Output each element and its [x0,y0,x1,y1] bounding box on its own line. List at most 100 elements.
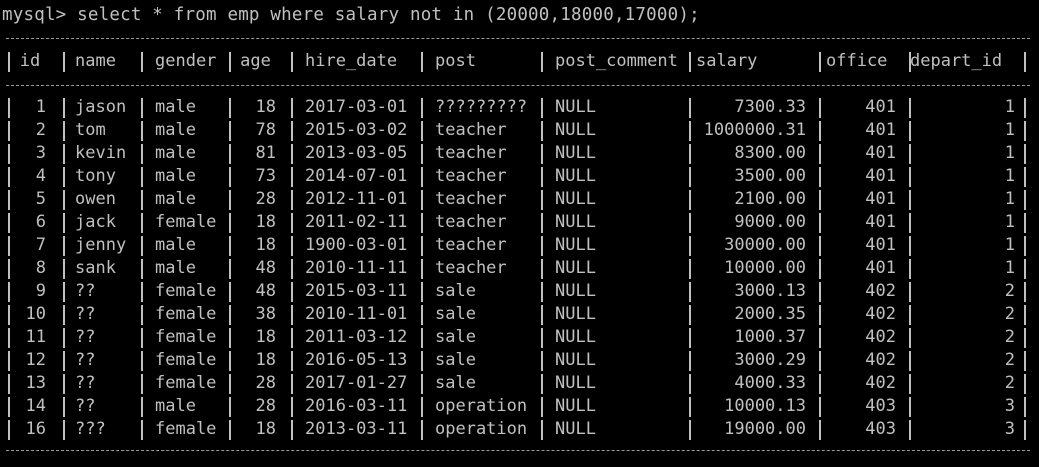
table-cell: 1 [1004,143,1015,163]
table-cell: 28 [255,396,276,416]
column-separator [63,121,65,141]
column-separator [229,52,231,72]
column-separator [819,167,821,187]
column-separator [541,351,543,371]
column-header-gender: gender [155,51,217,71]
column-separator [141,259,143,279]
table-cell: 3 [35,143,46,163]
column-separator [541,144,543,164]
column-separator [141,52,143,72]
column-separator [291,167,293,187]
table-cell: male [155,189,196,209]
column-separator [541,167,543,187]
table-cell: tom [75,120,106,140]
column-separator [229,351,231,371]
table-cell: 2 [35,120,46,140]
table-cell: 1 [1004,235,1015,255]
table-cell: 7 [35,235,46,255]
table-cell: 1 [1004,166,1015,186]
column-separator [1024,374,1026,394]
table-cell: 2015-03-02 [305,120,408,140]
column-separator [421,420,423,440]
table-cell: 1000000.31 [703,120,806,140]
column-separator [141,144,143,164]
column-separator [689,98,691,118]
table-cell: 401 [865,120,896,140]
table-cell: NULL [555,281,596,301]
column-separator [8,213,10,233]
table-cell: 2011-02-11 [305,212,408,232]
column-separator [291,282,293,302]
table-cell: female [155,419,217,439]
table-cell: NULL [555,235,596,255]
column-separator [1024,213,1026,233]
column-separator [421,213,423,233]
column-separator [541,213,543,233]
table-cell: owen [75,189,116,209]
column-separator [541,282,543,302]
column-separator [63,374,65,394]
column-separator [291,374,293,394]
table-cell: jenny [75,235,127,255]
table-cell: 2013-03-05 [305,143,408,163]
table-cell: sale [435,373,476,393]
table-cell: 2000.35 [734,304,806,324]
table-cell: 81 [255,143,276,163]
column-separator [229,374,231,394]
table-cell: female [155,304,217,324]
column-separator [63,213,65,233]
column-separator [63,98,65,118]
column-separator [541,305,543,325]
table-cell: teacher [435,166,507,186]
column-separator [8,420,10,440]
column-header-post-comment: post_comment [555,51,678,71]
column-separator [1024,420,1026,440]
table-cell: 2010-11-01 [305,304,408,324]
column-separator [819,259,821,279]
column-separator [291,328,293,348]
column-separator [8,144,10,164]
column-separator [1024,98,1026,118]
table-cell: 78 [255,120,276,140]
table-cell: 8 [35,258,46,278]
column-separator [819,121,821,141]
column-separator [229,144,231,164]
table-cell: 1 [1004,189,1015,209]
column-separator [229,305,231,325]
table-cell: male [155,235,196,255]
table-cell: NULL [555,304,596,324]
table-cell: 14 [25,396,46,416]
column-separator [8,374,10,394]
column-separator [229,121,231,141]
column-separator [421,351,423,371]
column-separator [8,52,10,72]
column-separator [1024,328,1026,348]
column-header-name: name [75,51,116,71]
column-separator [819,52,821,72]
column-separator [8,259,10,279]
table-cell: 401 [865,212,896,232]
table-cell: NULL [555,396,596,416]
table-cell: ????????? [435,97,528,117]
table-cell: 2017-03-01 [305,97,408,117]
table-cell: male [155,120,196,140]
table-cell: female [155,212,217,232]
column-separator [689,144,691,164]
column-separator [421,121,423,141]
column-separator [63,328,65,348]
table-cell: 9000.00 [734,212,806,232]
column-separator [819,351,821,371]
column-separator [141,236,143,256]
table-cell: 10 [25,304,46,324]
table-cell: 1000.37 [734,327,806,347]
table-cell: 3000.29 [734,350,806,370]
table-cell: 2012-11-01 [305,189,408,209]
column-separator [819,282,821,302]
column-separator [63,282,65,302]
table-cell: 7300.33 [734,97,806,117]
column-separator [421,305,423,325]
column-separator [819,305,821,325]
column-separator [229,328,231,348]
table-cell: 2 [1004,327,1015,347]
column-separator [689,282,691,302]
